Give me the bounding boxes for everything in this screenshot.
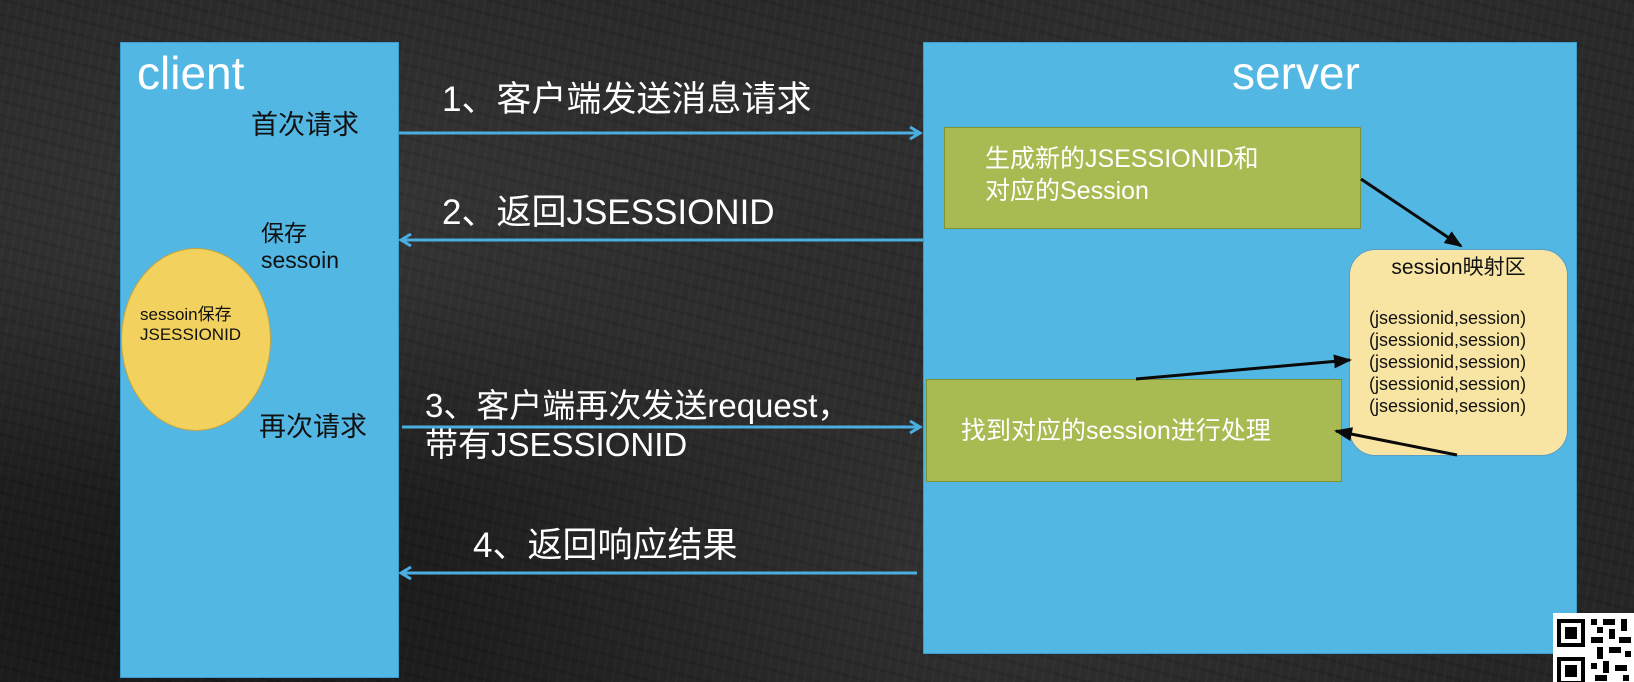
save-session-label-line2: sessoin xyxy=(261,247,339,273)
generate-session-box: 生成新的JSESSIONID和 对应的Session xyxy=(944,127,1361,229)
session-map-title: session映射区 xyxy=(1391,256,1526,279)
session-storage-ellipse: sessoin保存 JSESSIONID xyxy=(121,248,271,431)
generate-session-line1: 生成新的JSESSIONID和 xyxy=(985,145,1259,173)
save-session-label-line1: 保存 xyxy=(261,220,307,246)
step1-label: 1、客户端发送消息请求 xyxy=(442,80,812,119)
step3-label-line2: 带有JSESSIONID xyxy=(425,426,688,463)
step3-label-line1: 3、客户端再次发送request， xyxy=(425,387,851,424)
step4-label: 4、返回响应结果 xyxy=(473,526,738,565)
session-map-entry: (jsessionid,session) xyxy=(1369,352,1527,372)
session-map-entry: (jsessionid,session) xyxy=(1369,396,1527,416)
qr-code xyxy=(1553,613,1634,682)
session-map-entry: (jsessionid,session) xyxy=(1369,374,1527,394)
session-map-entries: (jsessionid,session) (jsessionid,session… xyxy=(1369,307,1526,417)
again-request-label: 再次请求 xyxy=(259,412,367,442)
session-storage-line1: sessoin保存 xyxy=(140,305,232,324)
step2-label: 2、返回JSESSIONID xyxy=(442,193,775,232)
server-title: server xyxy=(1232,47,1360,99)
session-map-entry: (jsessionid,session) xyxy=(1369,330,1527,350)
first-request-label: 首次请求 xyxy=(251,110,359,140)
process-session-box: 找到对应的session进行处理 xyxy=(926,379,1342,482)
process-session-text: 找到对应的session进行处理 xyxy=(961,417,1271,445)
session-map-entry: (jsessionid,session) xyxy=(1369,308,1527,328)
session-storage-line2: JSESSIONID xyxy=(140,325,242,344)
client-title: client xyxy=(137,47,245,99)
session-map-area: session映射区 (jsessionid,session) (jsessio… xyxy=(1349,249,1568,456)
generate-session-line2: 对应的Session xyxy=(985,177,1149,205)
